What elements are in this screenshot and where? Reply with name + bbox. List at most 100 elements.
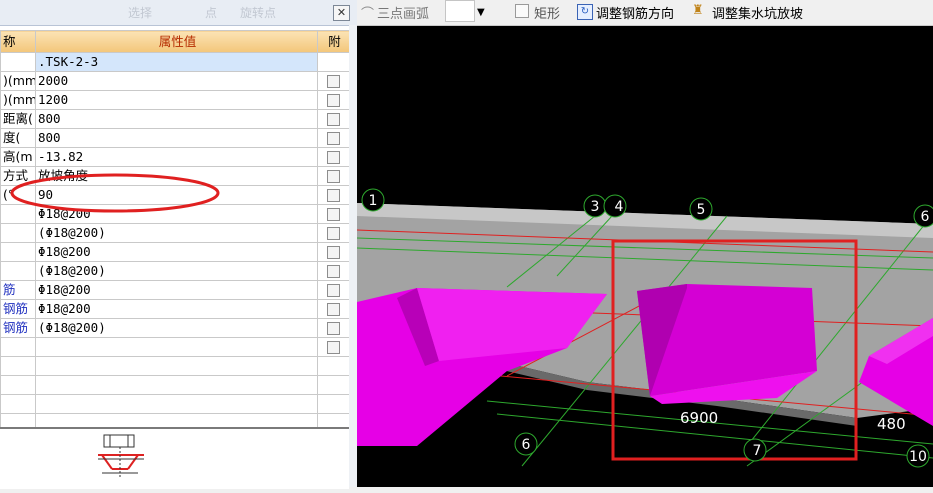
property-name: 钢筋: [0, 299, 36, 319]
attach-checkbox[interactable]: [327, 265, 340, 278]
attach-cell: [317, 375, 350, 395]
panel-top-strip: 选择 点 旋转点 ✕: [0, 0, 357, 26]
property-value[interactable]: Φ18@200: [35, 280, 318, 300]
property-name: [0, 375, 36, 395]
attach-checkbox[interactable]: [327, 151, 340, 164]
attach-cell: [317, 128, 350, 148]
axis-label-7: 7: [753, 443, 762, 459]
pit-section-thumbnail: [98, 434, 144, 477]
chevron-down-icon[interactable]: ▼: [477, 7, 485, 18]
attach-cell: [317, 299, 350, 319]
property-row[interactable]: Φ18@200: [0, 242, 350, 262]
pit-center: [637, 284, 817, 404]
header-name: 称: [0, 30, 36, 53]
attach-cell: [317, 185, 350, 205]
3d-viewport[interactable]: 1 3 4 5 6 6 7 10 6900 480: [357, 26, 933, 487]
axis-label-6: 6: [522, 437, 531, 453]
arc-mode-dropdown[interactable]: [445, 0, 475, 22]
preview-panel: [0, 427, 349, 489]
attach-cell: [317, 109, 350, 129]
axis-label-4: 4: [615, 199, 624, 215]
attach-cell: [317, 71, 350, 91]
property-row[interactable]: 度(800: [0, 128, 350, 148]
rectangle-button[interactable]: 矩形: [534, 3, 560, 22]
property-row[interactable]: )(mm 2000: [0, 71, 350, 91]
dimension-6900: 6900: [680, 409, 718, 427]
adjust-pit-slope-button[interactable]: 调整集水坑放坡: [712, 3, 803, 22]
property-value[interactable]: 1200: [35, 90, 318, 110]
toolbar: ⌒ 三点画弧 ▼ 矩形 ↻ 调整钢筋方向 ♜ 调整集水坑放坡: [357, 0, 933, 26]
three-point-arc-button[interactable]: 三点画弧: [377, 3, 429, 22]
property-panel: 选择 点 旋转点 ✕ 称 属性值 附 .TSK-2-3)(mm 2000)(mm 1…: [0, 0, 358, 489]
attach-checkbox[interactable]: [327, 189, 340, 202]
dimension-480: 480: [877, 415, 906, 433]
property-row[interactable]: [0, 375, 350, 395]
property-value[interactable]: (Φ18@200): [35, 318, 318, 338]
property-row[interactable]: 钢筋 (Φ18@200): [0, 318, 350, 338]
property-value[interactable]: (Φ18@200): [35, 261, 318, 281]
axis-label-5: 5: [697, 202, 706, 218]
property-value[interactable]: [35, 375, 318, 395]
property-value[interactable]: 800: [35, 109, 318, 129]
property-row[interactable]: [0, 337, 350, 357]
ghost-point-label: 点: [205, 6, 218, 20]
attach-checkbox[interactable]: [327, 75, 340, 88]
property-value[interactable]: [35, 356, 318, 376]
property-row[interactable]: .TSK-2-3: [0, 52, 350, 72]
pit-slope-icon: ♜: [692, 3, 704, 18]
property-name: [0, 337, 36, 357]
attach-cell: [317, 337, 350, 357]
panel-splitter[interactable]: [349, 25, 357, 487]
property-row[interactable]: (Φ18@200): [0, 261, 350, 281]
attach-cell: [317, 242, 350, 262]
property-row[interactable]: 筋 Φ18@200: [0, 280, 350, 300]
property-value[interactable]: .TSK-2-3: [35, 52, 318, 72]
property-value[interactable]: 800: [35, 128, 318, 148]
attach-cell: [317, 261, 350, 281]
property-name: )(mm: [0, 71, 36, 91]
property-name: 度(: [0, 128, 36, 148]
attach-checkbox[interactable]: [327, 341, 340, 354]
rebar-direction-icon: ↻: [577, 4, 593, 20]
attach-cell: [317, 204, 350, 224]
attach-checkbox[interactable]: [327, 208, 340, 221]
adjust-rebar-direction-button[interactable]: 调整钢筋方向: [596, 3, 674, 22]
attach-cell: [317, 52, 350, 72]
property-value[interactable]: (Φ18@200): [35, 223, 318, 243]
axis-label-6-right: 6: [921, 209, 930, 225]
axis-label-3: 3: [591, 199, 600, 215]
property-value[interactable]: Φ18@200: [35, 299, 318, 319]
attach-checkbox[interactable]: [327, 170, 340, 183]
attach-checkbox[interactable]: [327, 227, 340, 240]
attach-cell: [317, 394, 350, 414]
property-name: [0, 223, 36, 243]
attach-checkbox[interactable]: [327, 303, 340, 316]
property-value[interactable]: [35, 394, 318, 414]
property-row[interactable]: 距离(800: [0, 109, 350, 129]
property-name: [0, 242, 36, 262]
property-grid: 称 属性值 附 .TSK-2-3)(mm 2000)(mm 1200 距离(800 度(…: [0, 30, 350, 433]
attach-cell: [317, 280, 350, 300]
attach-checkbox[interactable]: [327, 113, 340, 126]
attach-cell: [317, 356, 350, 376]
attach-cell: [317, 223, 350, 243]
property-row[interactable]: [0, 394, 350, 414]
rectangle-checkbox[interactable]: [515, 4, 529, 18]
attach-checkbox[interactable]: [327, 132, 340, 145]
attach-checkbox[interactable]: [327, 246, 340, 259]
header-attach: 附: [317, 30, 350, 53]
close-button[interactable]: ✕: [333, 5, 350, 21]
attach-checkbox[interactable]: [327, 322, 340, 335]
attach-checkbox[interactable]: [327, 284, 340, 297]
property-row[interactable]: 钢筋 Φ18@200: [0, 299, 350, 319]
property-row[interactable]: (Φ18@200): [0, 223, 350, 243]
close-icon: ✕: [336, 6, 347, 19]
property-row[interactable]: [0, 356, 350, 376]
axis-label-1: 1: [369, 193, 378, 209]
attach-checkbox[interactable]: [327, 94, 340, 107]
property-row[interactable]: )(mm 1200: [0, 90, 350, 110]
property-value[interactable]: Φ18@200: [35, 242, 318, 262]
property-value[interactable]: 2000: [35, 71, 318, 91]
property-value[interactable]: [35, 337, 318, 357]
viewport-canvas[interactable]: 1 3 4 5 6 6 7 10 6900 480: [357, 26, 933, 487]
